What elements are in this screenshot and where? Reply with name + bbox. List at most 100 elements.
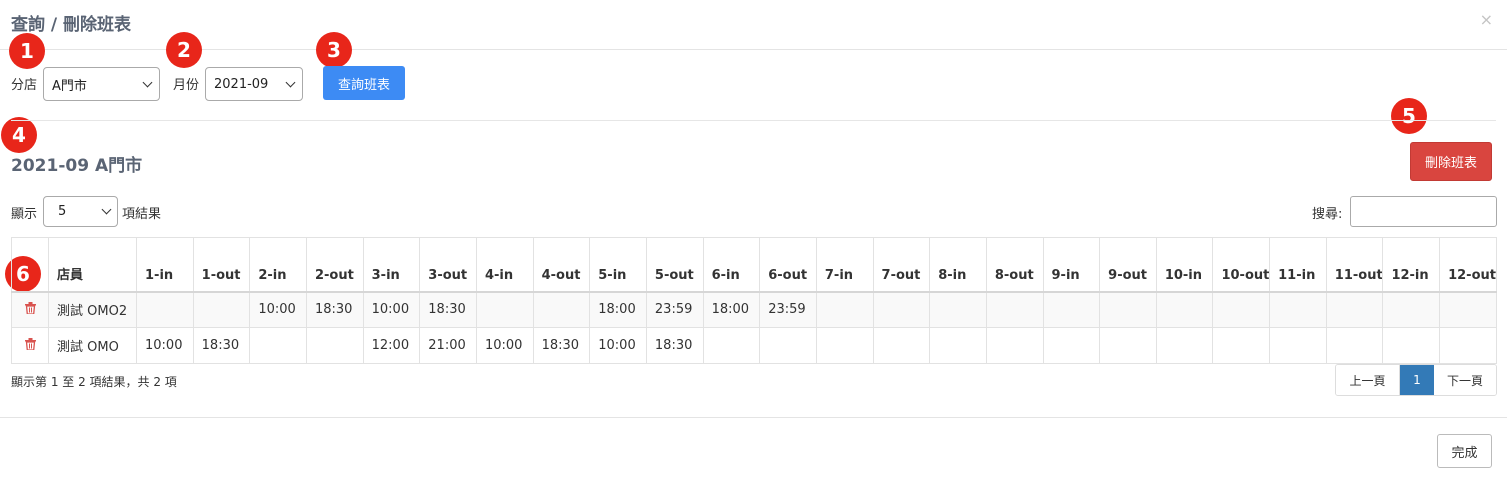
time-cell <box>1212 327 1271 364</box>
time-cell <box>1269 327 1327 364</box>
column-header-6-in[interactable]: 6-in <box>702 237 761 293</box>
column-header-7-out[interactable]: 7-out <box>872 237 931 293</box>
time-cell <box>929 327 987 364</box>
table-header-row: 店員 1-in 1-out 2-in 2-out 3-in 3-out 4-in 4-out 5-… <box>11 237 1497 293</box>
trash-icon[interactable] <box>24 337 36 353</box>
time-cell <box>1382 327 1441 364</box>
month-select[interactable]: 2021-09 <box>205 67 303 101</box>
time-cell <box>815 327 874 364</box>
column-header-staff[interactable]: 店員 <box>48 237 137 293</box>
time-cell: 18:30 <box>192 327 251 364</box>
column-header-2-out[interactable]: 2-out <box>305 237 364 293</box>
time-cell <box>1155 327 1214 364</box>
time-cell <box>1155 291 1214 328</box>
time-cell: 23:59 <box>759 291 817 328</box>
time-cell <box>702 327 761 364</box>
column-header-3-in[interactable]: 3-in <box>362 237 421 293</box>
next-page-button[interactable]: 下一頁 <box>1434 365 1496 395</box>
time-cell: 21:00 <box>419 327 477 364</box>
staff-name-cell: 測試 OMO <box>48 327 137 364</box>
callout-badge-1: 1 <box>9 33 45 69</box>
column-header-action <box>11 237 49 293</box>
column-header-5-in[interactable]: 5-in <box>589 237 647 293</box>
trash-icon[interactable] <box>24 301 36 317</box>
query-schedule-button[interactable]: 查詢班表 <box>323 66 405 100</box>
row-action-cell <box>11 291 49 328</box>
close-icon[interactable]: × <box>1480 10 1493 29</box>
length-prefix: 顯示 <box>11 207 38 222</box>
time-cell <box>1042 327 1101 364</box>
month-select-value: 2021-09 <box>214 76 269 92</box>
table-row: 測試 OMO 10:00 18:30 12:00 21:00 10:00 18:30 10:0… <box>11 327 1497 364</box>
callout-badge-3: 3 <box>316 32 352 68</box>
time-cell <box>985 327 1044 364</box>
column-header-8-out[interactable]: 8-out <box>985 237 1044 293</box>
time-cell <box>136 291 194 328</box>
table-info: 顯示第 1 至 2 項結果，共 2 項 <box>11 375 177 389</box>
delete-schedule-button[interactable]: 刪除班表 <box>1410 142 1492 181</box>
staff-name-cell: 測試 OMO2 <box>48 291 137 328</box>
time-cell <box>305 327 364 364</box>
time-cell <box>815 291 874 328</box>
time-cell: 18:30 <box>305 291 364 328</box>
row-action-cell <box>11 327 49 364</box>
column-header-10-in[interactable]: 10-in <box>1155 237 1214 293</box>
time-cell <box>1099 291 1157 328</box>
time-cell <box>1439 291 1497 328</box>
page-1-button[interactable]: 1 <box>1400 365 1434 395</box>
chevron-down-icon <box>285 77 296 87</box>
modal-title: 查詢 / 刪除班表 <box>11 15 132 35</box>
time-cell: 18:30 <box>645 327 704 364</box>
column-header-1-out[interactable]: 1-out <box>192 237 251 293</box>
column-header-12-in[interactable]: 12-in <box>1382 237 1441 293</box>
time-cell: 18:00 <box>589 291 647 328</box>
time-cell: 23:59 <box>645 291 704 328</box>
footer-divider <box>0 417 1507 418</box>
done-button[interactable]: 完成 <box>1437 434 1492 468</box>
callout-badge-4: 4 <box>1 117 37 153</box>
month-label: 月份 <box>173 78 200 93</box>
time-cell: 10:00 <box>136 327 194 364</box>
time-cell <box>1439 327 1497 364</box>
time-cell <box>1212 291 1271 328</box>
column-header-8-in[interactable]: 8-in <box>929 237 987 293</box>
column-header-5-out[interactable]: 5-out <box>645 237 704 293</box>
time-cell <box>872 327 931 364</box>
schedule-title: 2021-09 A門市 <box>11 156 143 176</box>
callout-badge-5: 5 <box>1391 98 1427 134</box>
column-header-7-in[interactable]: 7-in <box>815 237 874 293</box>
time-cell: 12:00 <box>362 327 421 364</box>
column-header-1-in[interactable]: 1-in <box>136 237 194 293</box>
time-cell <box>1325 327 1384 364</box>
column-header-4-in[interactable]: 4-in <box>475 237 534 293</box>
column-header-12-out[interactable]: 12-out <box>1439 237 1497 293</box>
time-cell <box>1042 291 1101 328</box>
column-header-6-out[interactable]: 6-out <box>759 237 817 293</box>
column-header-9-out[interactable]: 9-out <box>1099 237 1157 293</box>
prev-page-button[interactable]: 上一頁 <box>1336 365 1400 395</box>
column-header-2-in[interactable]: 2-in <box>249 237 307 293</box>
header-divider <box>0 49 1507 50</box>
column-header-3-out[interactable]: 3-out <box>419 237 477 293</box>
store-select-value: A門市 <box>52 78 87 94</box>
column-header-11-out[interactable]: 11-out <box>1325 237 1384 293</box>
section-divider <box>11 120 1496 121</box>
search-input[interactable] <box>1350 196 1497 227</box>
column-header-4-out[interactable]: 4-out <box>532 237 591 293</box>
time-cell <box>249 327 307 364</box>
time-cell <box>759 327 817 364</box>
time-cell: 10:00 <box>362 291 421 328</box>
store-select[interactable]: A門市 <box>43 67 160 101</box>
length-suffix: 項結果 <box>122 207 162 222</box>
column-header-9-in[interactable]: 9-in <box>1042 237 1101 293</box>
callout-badge-2: 2 <box>166 32 202 68</box>
time-cell <box>1325 291 1384 328</box>
time-cell <box>1382 291 1441 328</box>
time-cell: 18:30 <box>419 291 477 328</box>
time-cell <box>475 291 534 328</box>
column-header-10-out[interactable]: 10-out <box>1212 237 1271 293</box>
time-cell: 10:00 <box>475 327 534 364</box>
column-header-11-in[interactable]: 11-in <box>1269 237 1327 293</box>
page-length-select[interactable]: 5 <box>43 196 118 227</box>
time-cell <box>1099 327 1157 364</box>
